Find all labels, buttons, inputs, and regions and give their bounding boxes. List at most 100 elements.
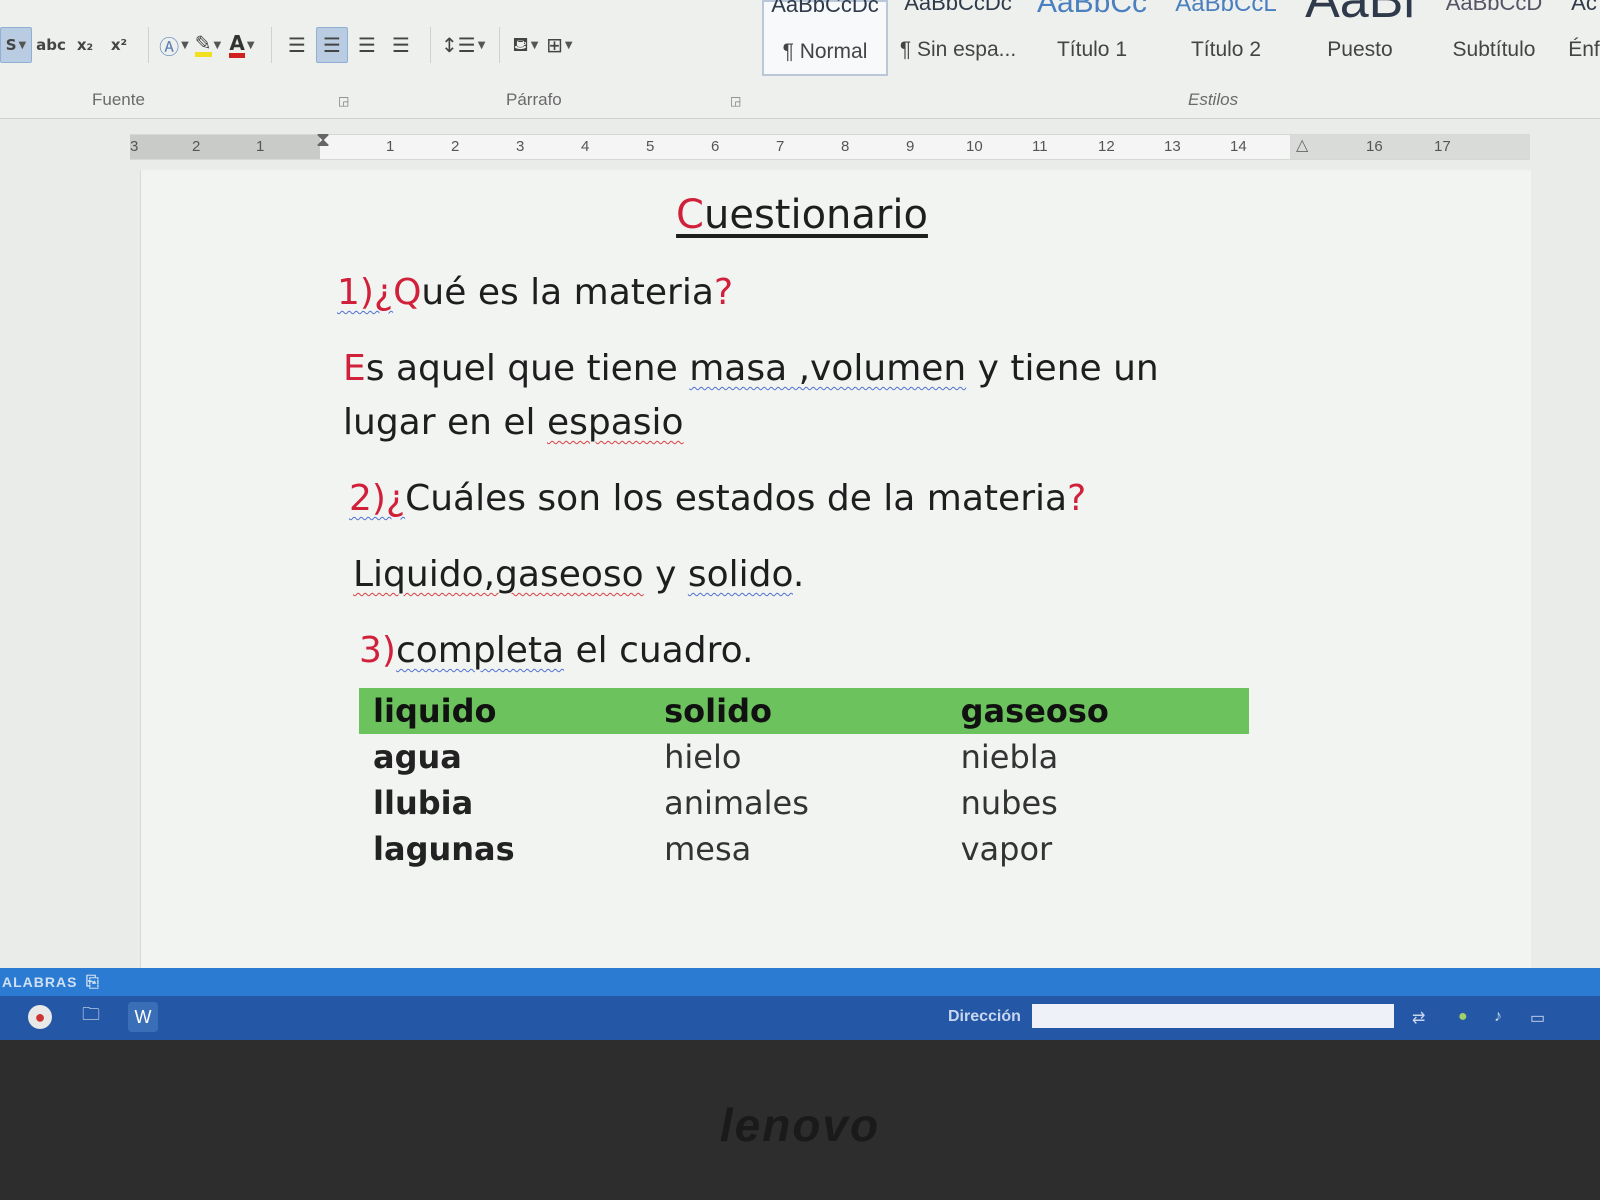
divider bbox=[430, 27, 431, 63]
style-emphasis[interactable]: Ac Énf bbox=[1564, 0, 1600, 72]
ruler-number: 10 bbox=[966, 138, 983, 155]
style-sample: AaBbCcL bbox=[1175, 0, 1277, 17]
style-name: Puesto bbox=[1327, 38, 1393, 61]
style-subtitle[interactable]: AaBbCcD Subtítulo bbox=[1430, 0, 1558, 72]
superscript-button[interactable]: x² bbox=[104, 28, 134, 62]
borders-icon: ⊞ bbox=[546, 33, 563, 57]
laptop-bezel: lenovo bbox=[0, 1040, 1600, 1200]
style-name: Subtítulo bbox=[1452, 38, 1536, 61]
ruler-number: 2 bbox=[192, 138, 201, 155]
ruler-number: 4 bbox=[581, 138, 590, 155]
word-app-icon[interactable]: W bbox=[128, 1002, 158, 1032]
ruler-number: 16 bbox=[1366, 138, 1383, 155]
table-header-cell: solido bbox=[650, 688, 947, 734]
question-text: ué es la materia bbox=[421, 272, 714, 313]
table-cell: animales bbox=[664, 784, 809, 822]
font-color-button[interactable]: A ▼ bbox=[227, 28, 257, 62]
highlight-button[interactable]: ✎ ▼ bbox=[193, 28, 223, 62]
status-dot-icon[interactable]: ● bbox=[1458, 1008, 1468, 1026]
word-count-status[interactable]: ALABRAS bbox=[2, 974, 77, 990]
align-right-button[interactable]: ☰ bbox=[352, 28, 382, 62]
subscript-label: x₂ bbox=[76, 36, 94, 54]
ruler-left-margin bbox=[130, 135, 320, 159]
style-name: Título 2 bbox=[1190, 38, 1262, 61]
ruler-right-margin bbox=[1290, 135, 1530, 159]
answer-underlined: masa ,volumen bbox=[689, 348, 967, 389]
question-cap: Q bbox=[393, 272, 422, 313]
horizontal-ruler[interactable]: 3 2 1 ⧗ 1 2 3 4 5 6 7 8 9 10 11 12 13 14… bbox=[130, 129, 1530, 160]
style-heading-2[interactable]: AaBbCcL Título 2 bbox=[1162, 0, 1290, 72]
file-explorer-icon[interactable]: 🗀 bbox=[76, 1002, 106, 1032]
line-spacing-button[interactable]: ↕☰ ▼ bbox=[441, 28, 485, 62]
question-number: 3) bbox=[359, 630, 396, 671]
ruler-number: 14 bbox=[1230, 138, 1247, 155]
group-label-paragraph: Párrafo bbox=[506, 90, 562, 109]
table-cell: agua bbox=[373, 738, 462, 776]
style-no-spacing[interactable]: AaBbCcDc ¶ Sin espa... bbox=[894, 0, 1022, 72]
notification-icon[interactable]: ▭ bbox=[1530, 1008, 1545, 1028]
styles-gallery: AaBbCcDc ¶ Normal AaBbCcDc ¶ Sin espa...… bbox=[762, 0, 1600, 76]
style-title[interactable]: AaBl Puesto bbox=[1296, 0, 1424, 72]
line-spacing-icon: ↕☰ bbox=[441, 33, 476, 57]
table-row: llubia animales nubes bbox=[359, 780, 1249, 826]
strikethrough-button[interactable]: abc bbox=[36, 28, 66, 62]
indent-marker-icon[interactable]: ⧗ bbox=[316, 129, 330, 152]
document-page[interactable]: Cuestionario 1)¿Qué es la materia? Es aq… bbox=[140, 170, 1531, 970]
style-name: ¶ Sin espa... bbox=[899, 38, 1017, 61]
strikethrough-label: abc bbox=[36, 36, 66, 54]
style-sample: AaBbCcDc bbox=[904, 0, 1012, 15]
answer-2: Liquido,gaseoso y solido. bbox=[353, 548, 1257, 602]
answer-1: Es aquel que tiene masa ,volumen y tiene… bbox=[343, 342, 1253, 450]
misspelled-word: espasio bbox=[546, 402, 684, 443]
states-table: liquido solido gaseoso agua hielo niebla… bbox=[359, 688, 1249, 872]
volume-icon[interactable]: ♪ bbox=[1494, 1008, 1502, 1026]
ruler-number: 1 bbox=[256, 138, 265, 155]
divider bbox=[148, 27, 149, 63]
font-dialog-launcher-icon[interactable]: ◲ bbox=[338, 94, 349, 108]
question-underlined: completa bbox=[395, 630, 565, 671]
style-sample: Ac bbox=[1571, 0, 1597, 15]
question-text: Cuáles son los estados de la materia bbox=[405, 478, 1068, 519]
shading-button[interactable]: ⛾ ▼ bbox=[510, 28, 540, 62]
table-header-cell: gaseoso bbox=[946, 688, 1249, 734]
style-sample: AaBbCcD bbox=[1445, 0, 1543, 15]
title-rest: uestionario bbox=[703, 192, 928, 238]
browser-icon[interactable]: ● bbox=[28, 1005, 52, 1029]
table-cell: nubes bbox=[960, 784, 1058, 822]
ruler-number: 3 bbox=[130, 138, 139, 155]
align-left-button[interactable]: ☰ bbox=[282, 28, 312, 62]
text-effects-button[interactable]: Ⓐ ▼ bbox=[159, 28, 189, 62]
question-number: 1)¿ bbox=[337, 272, 394, 313]
table-cell: mesa bbox=[664, 830, 752, 868]
ribbon: S ▼ abc x₂ x² Ⓐ ▼ ✎ ▼ A ▼ ☰ ☰ ☰ ☰ ↕☰ ▼ ⛾ ▼ ⊞ ▼ … bbox=[0, 0, 1600, 119]
paragraph-dialog-launcher-icon[interactable]: ◲ bbox=[730, 94, 741, 108]
brand-logo: lenovo bbox=[719, 1099, 881, 1151]
borders-button[interactable]: ⊞ ▼ bbox=[544, 28, 574, 62]
strikethrough-dropdown-button[interactable]: S ▼ bbox=[0, 27, 32, 63]
ruler-number: 12 bbox=[1098, 138, 1115, 155]
document-title: Cuestionario bbox=[327, 192, 1277, 238]
align-left-icon: ☰ bbox=[288, 33, 306, 57]
subscript-button[interactable]: x₂ bbox=[70, 28, 100, 62]
right-indent-marker-icon[interactable]: △ bbox=[1296, 135, 1308, 155]
align-center-button[interactable]: ☰ bbox=[316, 27, 348, 63]
document-body[interactable]: Cuestionario 1)¿Qué es la materia? Es aq… bbox=[337, 192, 1257, 872]
style-normal[interactable]: AaBbCcDc ¶ Normal bbox=[762, 0, 888, 76]
group-label-styles: Estilos bbox=[1188, 90, 1239, 109]
question-number: 2)¿ bbox=[349, 478, 406, 519]
question-3: 3)completa el cuadro. bbox=[359, 624, 1257, 678]
divider bbox=[271, 27, 272, 63]
font-color-icon: A bbox=[229, 33, 245, 58]
justify-button[interactable]: ☰ bbox=[386, 28, 416, 62]
address-input[interactable] bbox=[1032, 1004, 1394, 1028]
answer-cap: E bbox=[343, 348, 366, 389]
answer-text: y bbox=[643, 554, 688, 595]
question-text: el cuadro. bbox=[564, 630, 754, 671]
font-paragraph-toolbar: S ▼ abc x₂ x² Ⓐ ▼ ✎ ▼ A ▼ ☰ ☰ ☰ ☰ ↕☰ ▼ ⛾ ▼ ⊞ ▼ bbox=[0, 22, 578, 68]
proofing-icon[interactable]: ⎘ bbox=[86, 974, 100, 992]
ruler-number: 7 bbox=[776, 138, 785, 155]
ruler-number: 1 bbox=[386, 138, 395, 155]
network-icon[interactable]: ⇄ bbox=[1412, 1008, 1425, 1028]
style-heading-1[interactable]: AaBbCc Título 1 bbox=[1028, 0, 1156, 72]
question-mark: ? bbox=[713, 272, 734, 313]
